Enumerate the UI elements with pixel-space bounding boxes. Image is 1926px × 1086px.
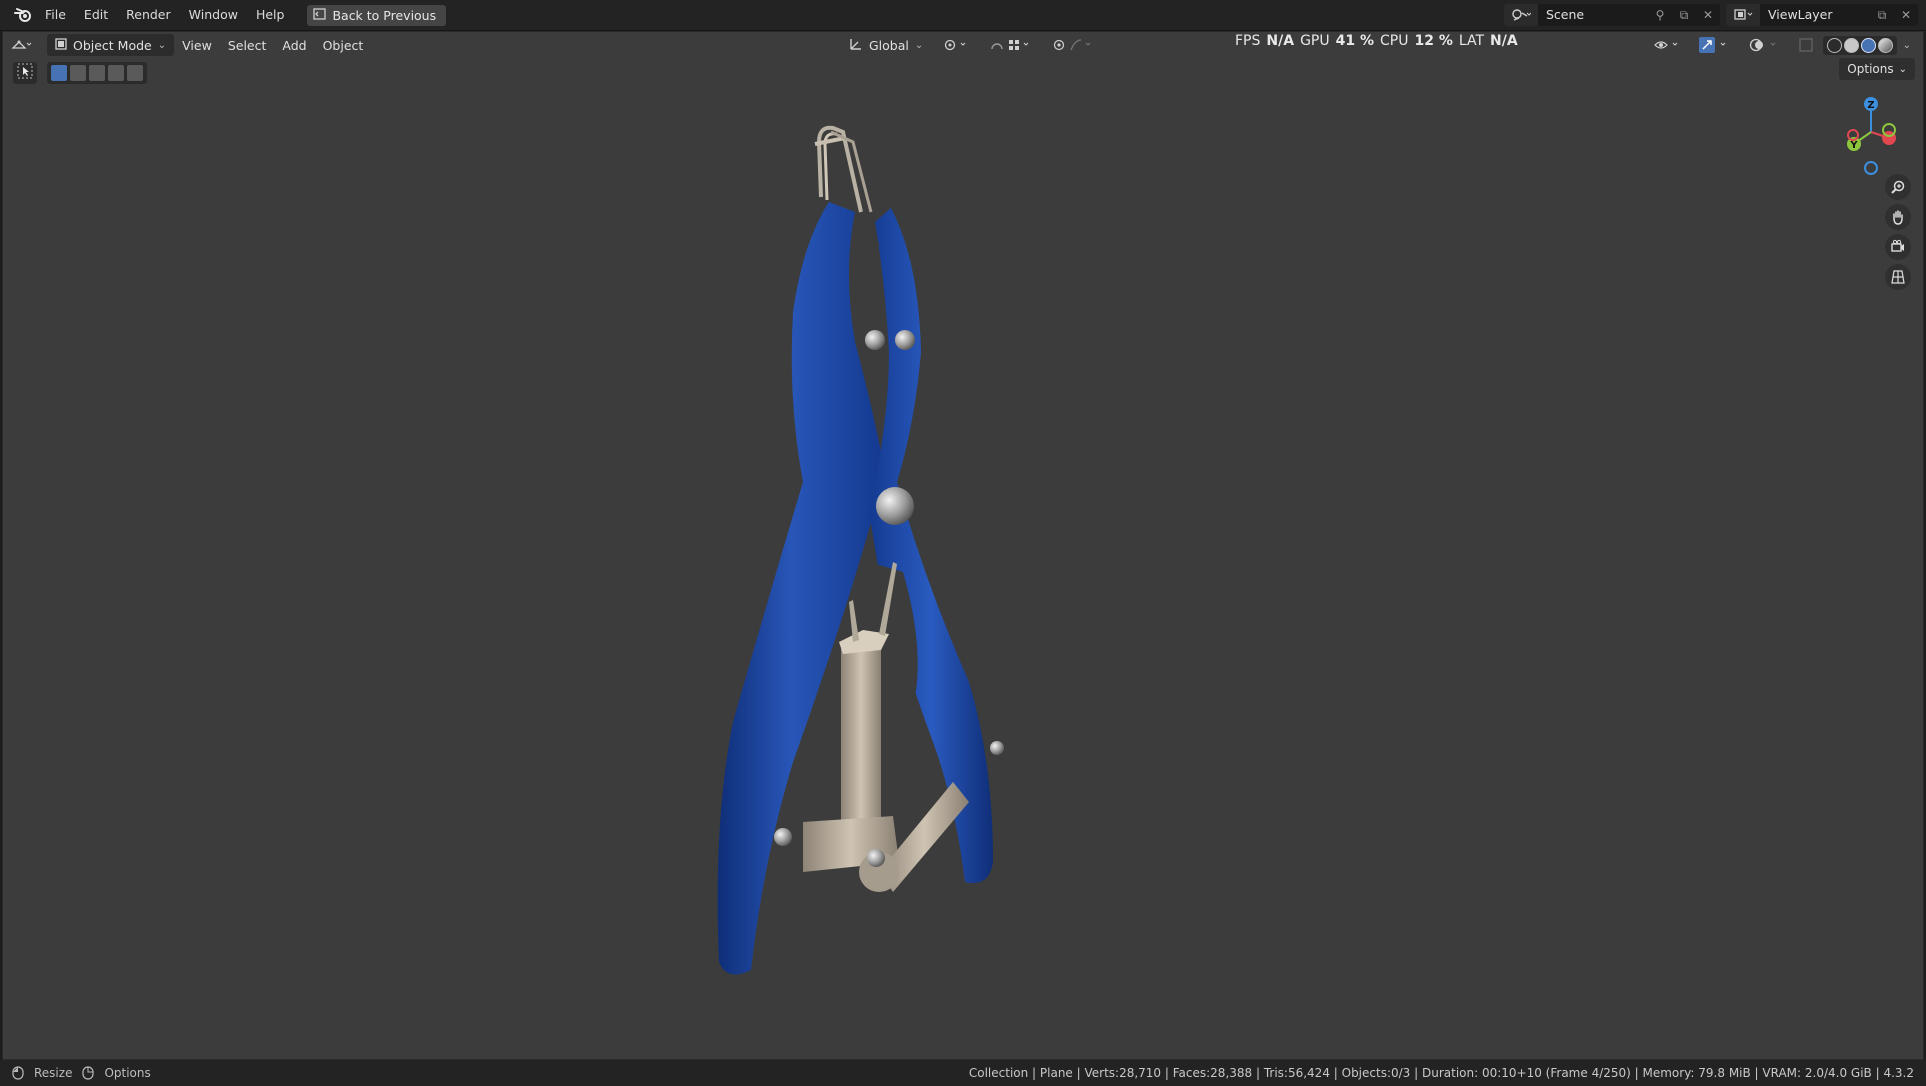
snap-toggle-button[interactable]: [981, 34, 1041, 56]
orientation-icon: [849, 37, 863, 54]
object-mode-label: Object Mode: [73, 37, 152, 53]
rendered-shading-icon[interactable]: [1877, 37, 1893, 53]
back-icon: [313, 7, 327, 23]
close-view-layer-icon[interactable]: ✕: [1894, 4, 1918, 26]
blender-logo-icon[interactable]: [10, 0, 36, 31]
pan-hand-icon[interactable]: [1885, 204, 1911, 230]
close-icon[interactable]: ✕: [1696, 4, 1720, 26]
transform-tools: Global ⌄: [841, 34, 1103, 56]
selection-mode-buttons: [47, 62, 147, 84]
tool-settings-strip: [13, 62, 147, 84]
options-label: Options: [1847, 62, 1894, 76]
overlay-toggle-button[interactable]: [1741, 34, 1789, 56]
fps-value: N/A: [1266, 33, 1295, 49]
options-hint: Options: [104, 1066, 151, 1080]
zoom-icon[interactable]: [1885, 174, 1911, 200]
chevron-down-icon: ⌄: [1898, 63, 1907, 75]
z-axis-label: Z: [1867, 100, 1874, 111]
select-extend-icon[interactable]: [70, 65, 86, 81]
performance-stats: FPS N/A GPU 41 % CPU 12 % LAT N/A: [1235, 33, 1518, 49]
workspace-selectors: Scene ⚲ ⧉ ✕ ViewLayer ⧉ ✕: [1504, 4, 1918, 26]
editor-type-button[interactable]: [3, 34, 41, 56]
gpu-label: GPU: [1300, 33, 1330, 49]
menu-window[interactable]: Window: [180, 3, 247, 27]
menu-file[interactable]: File: [36, 3, 75, 27]
view-layer-icon[interactable]: [1726, 4, 1760, 26]
new-view-layer-icon[interactable]: ⧉: [1870, 4, 1894, 26]
solid-shading-icon[interactable]: [1843, 37, 1859, 53]
proportional-editing-button[interactable]: [1045, 34, 1103, 56]
orientation-label: Global: [869, 37, 909, 53]
menu-object[interactable]: Object: [315, 34, 372, 56]
wireframe-shading-icon[interactable]: [1826, 37, 1842, 53]
cpu-value: 12 %: [1414, 33, 1453, 49]
gpu-value: 41 %: [1335, 33, 1374, 49]
visibility-dropdown[interactable]: [1645, 34, 1689, 56]
lat-value: N/A: [1490, 33, 1518, 49]
view-layer-name-field[interactable]: ViewLayer: [1760, 4, 1870, 26]
perspective-toggle-icon[interactable]: [1885, 264, 1911, 290]
camera-view-icon[interactable]: [1885, 234, 1911, 260]
chevron-down-icon: ⌄: [1902, 39, 1911, 51]
material-preview-shading-icon[interactable]: [1860, 37, 1876, 53]
chevron-down-icon: ⌄: [914, 39, 924, 51]
chevron-down-icon: ⌄: [157, 39, 167, 51]
menu-view[interactable]: View: [174, 34, 220, 56]
mouse-left-icon: [12, 1066, 24, 1080]
viewport-display-tools: ⌄: [1645, 34, 1915, 56]
back-to-previous-label: Back to Previous: [332, 7, 437, 23]
menu-help[interactable]: Help: [247, 3, 294, 27]
status-bar: Resize Options Collection | Plane | Vert…: [0, 1060, 1926, 1086]
transform-orientation-dropdown[interactable]: Global ⌄: [841, 34, 931, 56]
navigation-gizmo[interactable]: Z Y: [1829, 88, 1909, 178]
mouse-right-icon: [82, 1066, 95, 1080]
select-invert-icon[interactable]: [108, 65, 124, 81]
pliers-3d-model[interactable]: [693, 102, 1053, 1046]
menu-select[interactable]: Select: [220, 34, 275, 56]
new-scene-icon[interactable]: ⧉: [1672, 4, 1696, 26]
top-menu-bar: File Edit Render Window Help Back to Pre…: [0, 0, 1926, 31]
y-axis-label: Y: [1849, 140, 1858, 151]
back-to-previous-button[interactable]: Back to Previous: [307, 4, 447, 26]
view-layer-selector[interactable]: ViewLayer ⧉ ✕: [1726, 4, 1918, 26]
scene-name-field[interactable]: Scene: [1538, 4, 1648, 26]
pin-icon[interactable]: ⚲: [1648, 4, 1672, 26]
select-new-icon[interactable]: [51, 65, 67, 81]
select-subtract-icon[interactable]: [89, 65, 105, 81]
scene-icon[interactable]: [1504, 4, 1538, 26]
fps-label: FPS: [1235, 33, 1261, 49]
lat-label: LAT: [1458, 33, 1485, 49]
shading-options-dropdown[interactable]: ⌄: [1899, 34, 1915, 56]
viewport-options-dropdown[interactable]: Options ⌄: [1839, 58, 1915, 80]
menu-edit[interactable]: Edit: [75, 3, 117, 27]
pivot-point-dropdown[interactable]: [935, 34, 977, 56]
select-tool-box[interactable]: [13, 62, 37, 84]
menu-render[interactable]: Render: [117, 3, 180, 27]
scene-statistics: Collection | Plane | Verts:28,710 | Face…: [968, 1066, 1914, 1080]
menu-add[interactable]: Add: [274, 34, 314, 56]
object-mode-dropdown[interactable]: Object Mode ⌄: [47, 34, 175, 56]
cpu-label: CPU: [1380, 33, 1409, 49]
cursor-icon: [17, 63, 33, 83]
xray-toggle-button[interactable]: [1791, 34, 1821, 56]
select-intersect-icon[interactable]: [127, 65, 143, 81]
gizmo-toggle-button[interactable]: [1691, 34, 1739, 56]
3d-viewport[interactable]: Object Mode ⌄ View Select Add Object Glo…: [2, 31, 1924, 1060]
neg-z-axis-handle: [1864, 161, 1878, 175]
shading-mode-buttons: [1822, 35, 1897, 55]
resize-hint: Resize: [34, 1066, 73, 1080]
scene-selector[interactable]: Scene ⚲ ⧉ ✕: [1504, 4, 1720, 26]
object-mode-icon: [55, 37, 67, 53]
